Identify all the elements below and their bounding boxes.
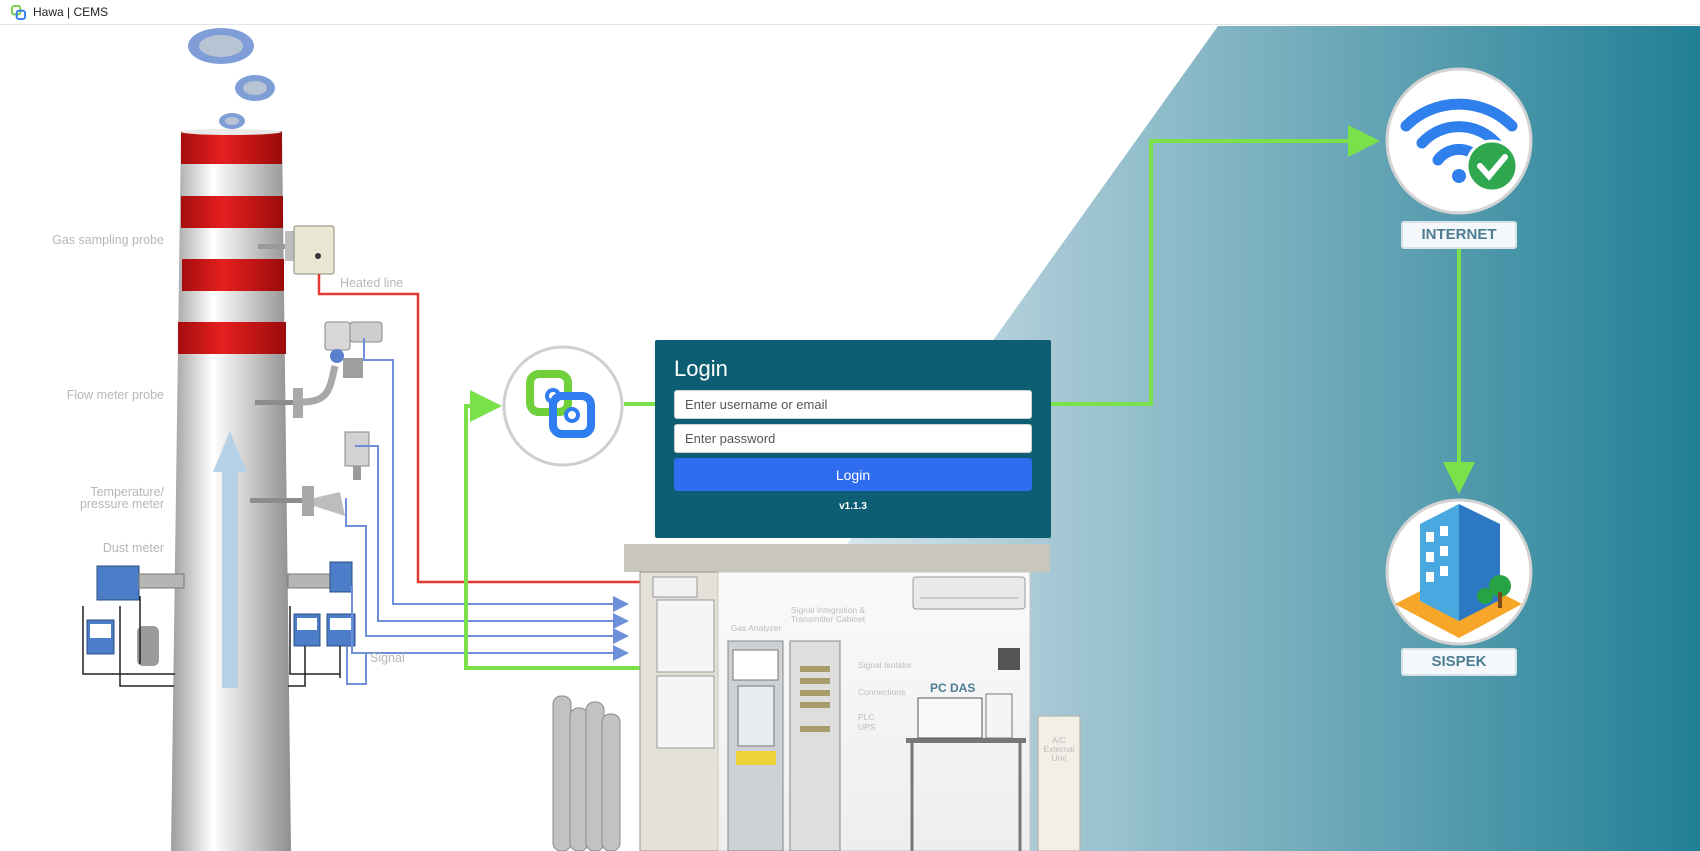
flow-meter-probe-label: Flow meter probe [66, 388, 164, 402]
signal-label: Signal [370, 651, 405, 665]
plc-label: PLC [858, 712, 875, 722]
gas-cylinders [552, 695, 621, 851]
chimney-stack [171, 129, 291, 851]
ups-label: UPS [858, 722, 876, 732]
window-title-bar: Hawa | CEMS [0, 0, 1700, 25]
connections-label: Connections [858, 687, 906, 697]
signal-cabinet-label: Signal Integration & Transmitter Cabinet [790, 605, 866, 624]
dust-meter-label: Dust meter [102, 541, 164, 555]
gas-analyzer-label: Gas Analyzer [730, 623, 782, 633]
window-title: Hawa | CEMS [33, 5, 109, 19]
login-title: Login [674, 356, 728, 381]
heated-line-label: Heated line [340, 276, 404, 290]
sispek-badge: SISPEK [1401, 648, 1517, 676]
cems-diagram: Gas sampling probe Flow meter probe Temp… [0, 26, 1700, 851]
internet-badge: INTERNET [1401, 221, 1517, 249]
internet-node [1385, 67, 1533, 215]
gas-sampling-probe-label: Gas sampling probe [52, 233, 164, 247]
signal-isolator-label: Signal Isolator [858, 660, 912, 670]
hawa-logo-node [502, 345, 624, 467]
login-button[interactable]: Login [674, 458, 1032, 491]
app-logo-icon [11, 4, 26, 20]
smoke-clouds [188, 28, 275, 129]
username-input[interactable] [674, 390, 1032, 419]
version-label: v1.1.3 [839, 501, 867, 512]
ac-external-unit-label: A/C External Unit [1043, 735, 1075, 763]
sispek-node [1385, 498, 1533, 646]
analyzer-shelter [624, 544, 1081, 851]
password-input[interactable] [674, 424, 1032, 453]
login-panel: Login Login v1.1.3 [655, 340, 1051, 538]
pc-das-label: PC DAS [930, 681, 976, 695]
heated-line [317, 274, 674, 584]
temperature-pressure-meter-label: Temperature/ pressure meter [79, 485, 164, 511]
